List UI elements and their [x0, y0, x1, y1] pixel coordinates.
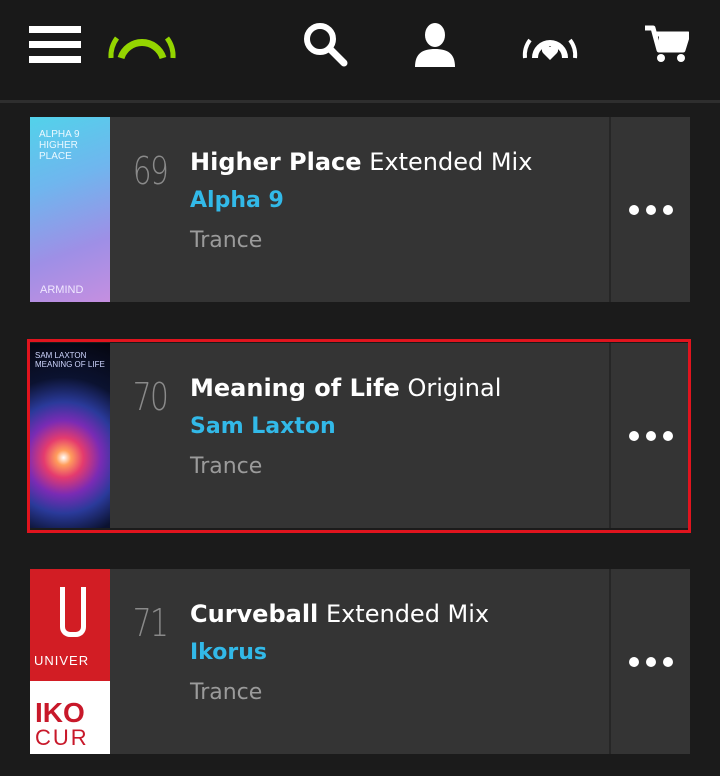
track-artwork[interactable]: UNIVER IKO CUR	[30, 569, 110, 754]
top-nav-bar	[0, 0, 720, 103]
track-row[interactable]: ALPHA 9 HIGHER PLACE ARMIND 69 Higher Pl…	[30, 117, 690, 302]
track-rank: 69	[132, 149, 169, 193]
menu-icon[interactable]	[28, 16, 82, 72]
more-dot-icon	[645, 656, 656, 667]
mybeatport-icon[interactable]	[518, 16, 582, 72]
track-artwork[interactable]: SAM LAXTON MEANING OF LIFE	[30, 343, 110, 528]
track-mix: Extended Mix	[325, 600, 490, 628]
artwork-text: MEANING OF LIFE	[35, 360, 105, 369]
more-dot-icon	[628, 656, 639, 667]
artwork-text: SAM LAXTON	[35, 351, 87, 360]
track-title[interactable]: Curveball	[190, 600, 318, 628]
more-dot-icon	[662, 656, 673, 667]
track-genre-link[interactable]: Trance	[190, 675, 609, 711]
track-genre-link[interactable]: Trance	[190, 223, 609, 259]
more-dot-icon	[662, 430, 673, 441]
more-options-button[interactable]	[609, 117, 690, 302]
search-icon[interactable]	[300, 16, 350, 72]
beatport-logo-icon[interactable]	[106, 16, 178, 72]
track-genre-link[interactable]: Trance	[190, 449, 609, 485]
more-dot-icon	[645, 430, 656, 441]
artwork-text: ALPHA 9	[39, 129, 80, 140]
track-artist-link[interactable]: Alpha 9	[190, 183, 609, 219]
more-dot-icon	[662, 204, 673, 215]
cart-icon[interactable]	[644, 16, 690, 72]
more-options-button[interactable]	[609, 569, 690, 754]
track-artwork[interactable]: ALPHA 9 HIGHER PLACE ARMIND	[30, 117, 110, 302]
artwork-text: HIGHER PLACE	[39, 140, 78, 162]
track-title-line[interactable]: Meaning of Life Original	[190, 371, 609, 405]
more-dot-icon	[645, 204, 656, 215]
track-artist-link[interactable]: Ikorus	[190, 635, 609, 671]
artwork-text: IKO	[35, 697, 85, 728]
artwork-label: ARMIND	[40, 284, 84, 296]
track-title[interactable]: Higher Place	[190, 148, 362, 176]
track-title[interactable]: Meaning of Life	[190, 374, 400, 402]
track-mix: Extended Mix	[369, 148, 533, 176]
artwork-text: UNIVER	[34, 653, 90, 668]
more-options-button[interactable]	[609, 343, 690, 528]
account-icon[interactable]	[410, 16, 460, 72]
track-title-line[interactable]: Higher Place Extended Mix	[190, 145, 609, 179]
track-row[interactable]: SAM LAXTON MEANING OF LIFE 70 Meaning of…	[30, 343, 690, 528]
more-dot-icon	[628, 204, 639, 215]
track-rank: 70	[132, 375, 169, 419]
track-artist-link[interactable]: Sam Laxton	[190, 409, 609, 445]
track-row[interactable]: UNIVER IKO CUR 71 Curveball Extended Mix…	[30, 569, 690, 754]
track-mix: Original	[407, 374, 502, 402]
track-title-line[interactable]: Curveball Extended Mix	[190, 597, 609, 631]
track-rank: 71	[132, 601, 169, 645]
artwork-text: CUR	[35, 725, 89, 750]
more-dot-icon	[628, 430, 639, 441]
